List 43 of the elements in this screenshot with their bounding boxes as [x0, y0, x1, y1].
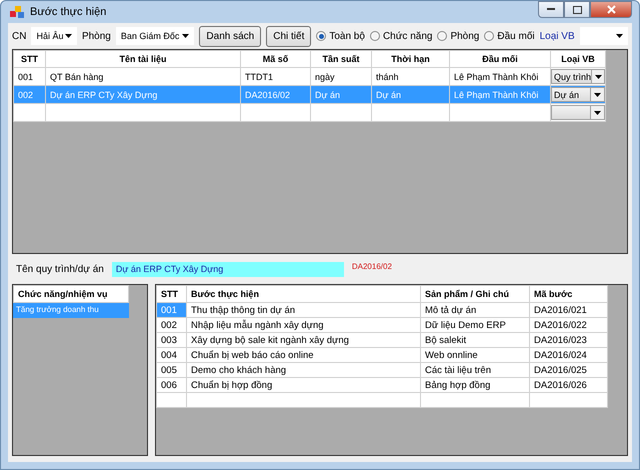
- project-label: Tên quy trình/dự án: [16, 264, 104, 274]
- column-header: Đầu mối: [450, 50, 550, 68]
- column-header: Tần suất: [310, 50, 372, 68]
- column-header: Mã số: [240, 50, 310, 68]
- column-header: STT: [156, 286, 186, 302]
- column-header: Sản phẩm / Ghi chú: [420, 286, 530, 302]
- filter-radio[interactable]: Toàn bộ: [316, 30, 365, 42]
- doc-type-label: Loại VB: [540, 30, 575, 42]
- dropdown-arrow-icon: [182, 34, 190, 38]
- document-row[interactable]: 002 Dự án ERP CTy Xây Dựng DA2016/02 Dự án Dự án Lê Phạm Thành Khôi Dự án: [14, 86, 606, 104]
- column-header: Bước thực hiện: [186, 286, 420, 302]
- toolbar-button[interactable]: Chi tiết: [266, 26, 312, 46]
- column-header: Tên tài liệu: [46, 50, 240, 68]
- dropdown-arrow-icon: [594, 110, 601, 114]
- column-header: Chức năng/nhiệm vụ: [13, 285, 129, 303]
- close-icon: [606, 5, 616, 14]
- dropdown-arrow-icon: [594, 92, 601, 96]
- column-header: STT: [14, 50, 46, 68]
- department-dropdown[interactable]: Ban Giám Đốc: [116, 27, 194, 45]
- column-header: Thời hạn: [372, 50, 450, 68]
- filter-radio[interactable]: Phòng: [437, 30, 480, 42]
- window-title: Bước thực hiện: [30, 6, 106, 18]
- column-header: Mã bước: [530, 286, 608, 302]
- filter-radio[interactable]: Chức năng: [370, 30, 432, 42]
- maximize-icon: [572, 6, 582, 14]
- dropdown-arrow-icon: [616, 34, 623, 38]
- dropdown-arrow-icon: [594, 74, 602, 78]
- app-icon: [10, 6, 24, 18]
- maximize-button[interactable]: [564, 1, 590, 18]
- doc-type-dropdown[interactable]: Dự án: [552, 87, 604, 102]
- project-name-field[interactable]: Dự án ERP CTy Xây Dựng: [112, 262, 344, 276]
- close-button[interactable]: [590, 1, 632, 18]
- dropdown-arrow-icon: [64, 34, 72, 38]
- department-label: Phòng: [82, 30, 111, 42]
- minimize-icon: [547, 8, 555, 11]
- branch-dropdown[interactable]: Hải Âu: [31, 27, 77, 45]
- toolbar-button[interactable]: Danh sách: [199, 26, 262, 46]
- minimize-button[interactable]: [538, 1, 564, 18]
- column-header: Loại VB: [550, 50, 606, 68]
- filter-radio[interactable]: Đầu mối: [484, 30, 535, 42]
- branch-label: CN: [12, 30, 26, 42]
- project-code: DA2016/02: [352, 262, 392, 270]
- doc-type-dropdown[interactable]: Quy trình: [552, 69, 604, 84]
